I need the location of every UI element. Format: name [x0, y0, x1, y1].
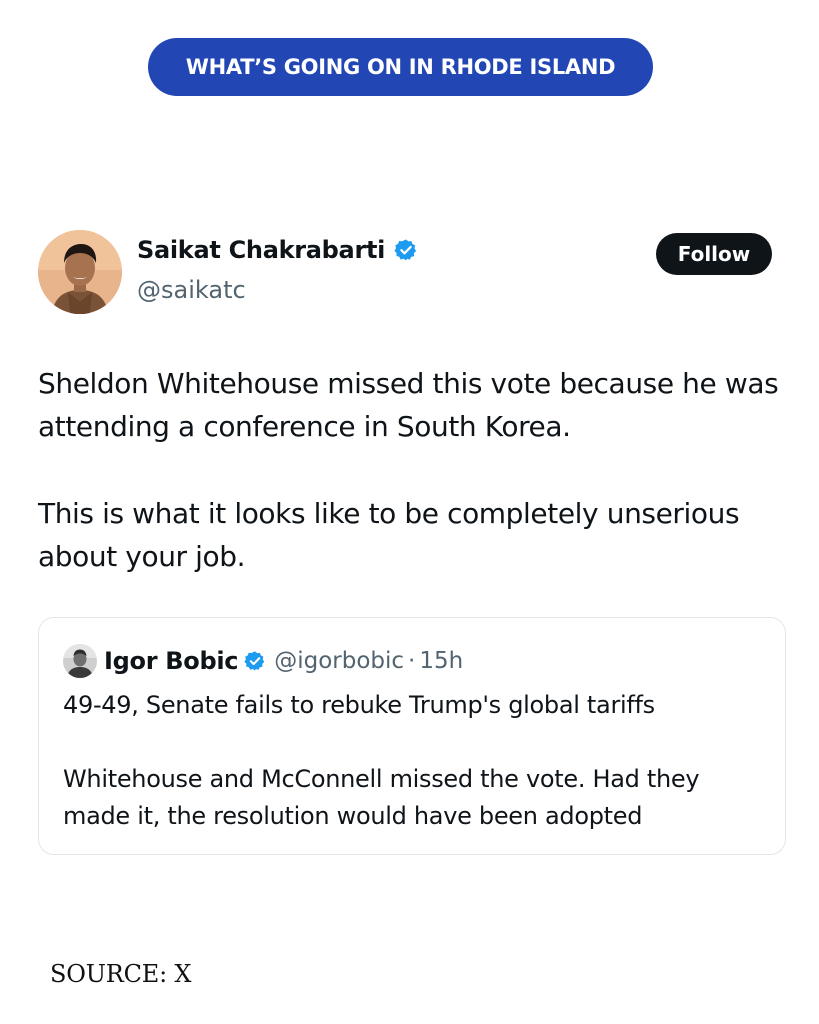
- quoted-tweet-paragraph-1: 49-49, Senate fails to rebuke Trump's gl…: [63, 691, 655, 719]
- quoted-verified-badge-icon: [244, 650, 266, 672]
- tweet-text-paragraph-2: This is what it looks like to be complet…: [38, 497, 740, 573]
- author-name[interactable]: Saikat Chakrabarti: [137, 236, 418, 264]
- author-name-text: Saikat Chakrabarti: [137, 236, 386, 264]
- quoted-tweet-card[interactable]: Igor Bobic @igorbobic · 15h 49-49, Senat…: [38, 617, 786, 855]
- verified-badge-icon: [394, 238, 418, 262]
- author-handle[interactable]: @saikatc: [137, 276, 246, 304]
- quoted-author-avatar[interactable]: [63, 644, 97, 678]
- source-credit: SOURCE: X: [50, 960, 192, 988]
- quoted-tweet-timestamp[interactable]: 15h: [419, 648, 463, 674]
- section-banner: WHAT’S GOING ON IN RHODE ISLAND: [148, 38, 653, 96]
- quoted-avatar-photo-icon: [63, 644, 97, 678]
- quoted-author-name[interactable]: Igor Bobic: [104, 647, 239, 675]
- quoted-tweet-paragraph-2: Whitehouse and McConnell missed the vote…: [63, 765, 700, 830]
- quoted-meta-separator: ·: [408, 648, 416, 674]
- author-avatar[interactable]: [38, 230, 122, 314]
- follow-button[interactable]: Follow: [656, 233, 772, 275]
- tweet-text-paragraph-1: Sheldon Whitehouse missed this vote beca…: [38, 367, 779, 443]
- avatar-photo-icon: [38, 230, 122, 314]
- quoted-tweet-header: Igor Bobic @igorbobic · 15h: [63, 644, 463, 678]
- quoted-author-handle[interactable]: @igorbobic: [274, 648, 404, 674]
